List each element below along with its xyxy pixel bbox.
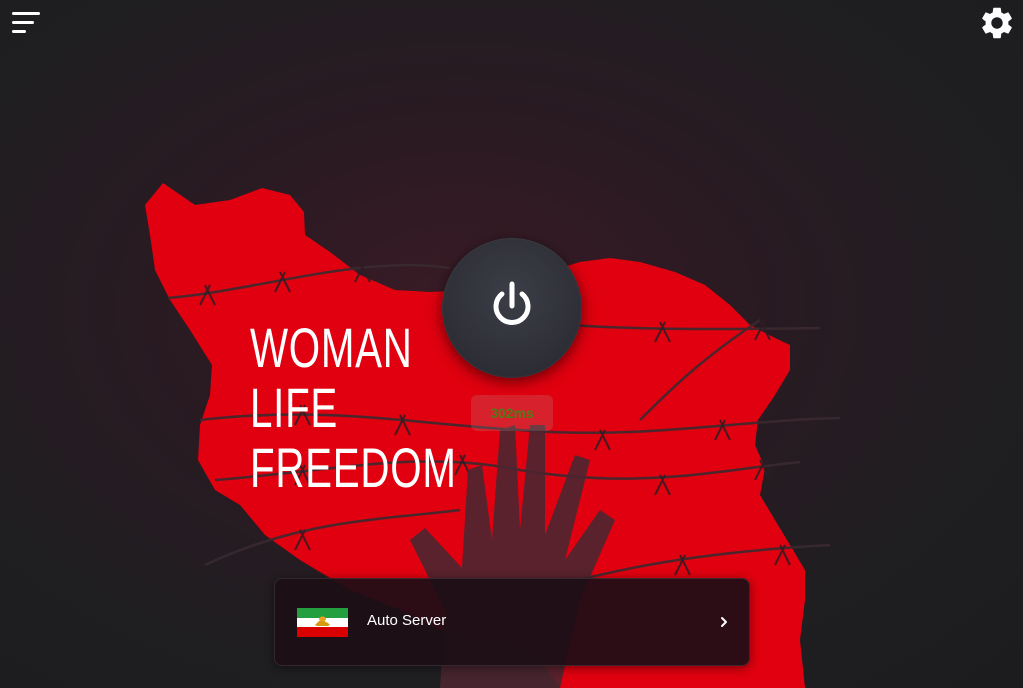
slogan-text: WOMAN LIFE FREEDOM — [250, 318, 457, 498]
chevron-right-icon — [721, 617, 727, 627]
gear-icon — [982, 7, 1012, 39]
iran-lion-and-sun-flag-icon — [297, 608, 348, 637]
ping-value: 302ms — [490, 405, 534, 421]
slogan-line-life: LIFE — [250, 376, 339, 439]
slogan-line-freedom: FREEDOM — [250, 436, 457, 499]
connect-power-button[interactable] — [442, 238, 582, 378]
server-name: Auto Server — [367, 612, 447, 629]
settings-button[interactable] — [978, 4, 1016, 42]
menu-line-top — [12, 12, 40, 15]
server-selector[interactable]: Auto Server — [274, 578, 750, 666]
power-icon — [493, 281, 531, 325]
slogan-line-woman: WOMAN — [250, 316, 413, 379]
menu-button[interactable] — [12, 10, 44, 36]
menu-line-middle — [12, 21, 34, 24]
ping-badge: 302ms — [471, 395, 553, 431]
menu-line-bottom — [12, 30, 26, 33]
